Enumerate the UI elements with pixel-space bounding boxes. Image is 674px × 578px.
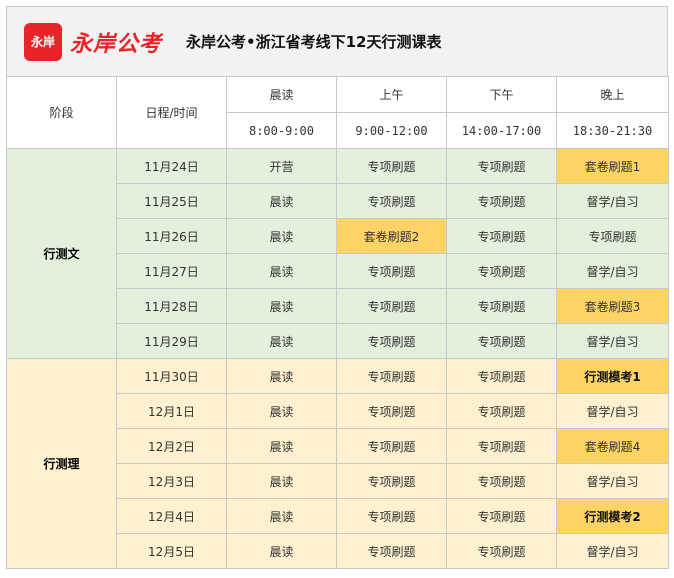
header-period-time: 14:00-17:00: [446, 112, 557, 149]
session-cell: 督学/自习: [556, 393, 669, 429]
header-row-periods: 阶段 日程/时间 晨读 上午 下午 晚上: [6, 76, 669, 149]
session-cell: 专项刷题: [446, 463, 557, 499]
session-cell: 晨读: [226, 533, 337, 569]
session-cell: 晨读: [226, 393, 337, 429]
session-cell: 督学/自习: [556, 183, 669, 219]
session-cell: 套卷刷题3: [556, 288, 669, 324]
table-row: 行测理 11月30日 晨读 专项刷题 专项刷题 行测模考1: [6, 358, 669, 569]
session-cell: 专项刷题: [446, 183, 557, 219]
session-cell: 行测模考1: [556, 358, 669, 394]
session-cell: 晨读: [226, 183, 337, 219]
session-cell: 专项刷题: [446, 428, 557, 464]
session-cell: 晨读: [226, 323, 337, 359]
header-period-time: 18:30-21:30: [556, 112, 669, 149]
session-cell: 专项刷题: [446, 218, 557, 254]
session-cell: 行测模考2: [556, 498, 669, 534]
stage-label: 行测理: [6, 358, 117, 569]
session-cell: 专项刷题: [336, 323, 447, 359]
date-cell: 11月26日: [116, 218, 227, 254]
date-cell: 11月29日: [116, 323, 227, 359]
session-cell: 专项刷题: [336, 463, 447, 499]
session-cell: 专项刷题: [336, 498, 447, 534]
logo-badge: 永岸: [24, 22, 62, 61]
session-cell: 专项刷题: [556, 218, 669, 254]
session-cell: 套卷刷题4: [556, 428, 669, 464]
date-cell: 12月5日: [116, 533, 227, 569]
session-cell: 专项刷题: [446, 533, 557, 569]
header-period-label: 晨读: [226, 76, 337, 113]
date-cell: 11月27日: [116, 253, 227, 289]
session-cell: 专项刷题: [336, 393, 447, 429]
header-period-label: 上午: [336, 76, 447, 113]
session-cell: 晨读: [226, 288, 337, 324]
header-period-label: 晚上: [556, 76, 669, 113]
date-cell: 12月1日: [116, 393, 227, 429]
session-cell: 套卷刷题1: [556, 148, 669, 184]
session-cell: 晨读: [226, 253, 337, 289]
date-cell: 11月25日: [116, 183, 227, 219]
session-cell: 晨读: [226, 463, 337, 499]
session-cell: 督学/自习: [556, 533, 669, 569]
stage-label: 行测文: [6, 148, 117, 359]
session-cell: 专项刷题: [446, 498, 557, 534]
date-cell: 11月30日: [116, 358, 227, 394]
session-cell: 专项刷题: [446, 253, 557, 289]
logo-text: 永岸公考: [70, 31, 163, 57]
session-cell: 督学/自习: [556, 323, 669, 359]
header-stage: 阶段: [6, 76, 117, 149]
session-cell: 晨读: [226, 428, 337, 464]
header-date: 日程/时间: [116, 76, 227, 149]
session-cell: 专项刷题: [336, 428, 447, 464]
session-cell: 督学/自习: [556, 463, 669, 499]
schedule-table: 阶段 日程/时间 晨读 上午 下午 晚上 8:00-9:00 9:00-12:0…: [6, 76, 669, 569]
session-cell: 专项刷题: [446, 358, 557, 394]
session-cell: 专项刷题: [336, 253, 447, 289]
session-cell: 专项刷题: [336, 358, 447, 394]
header-period-label: 下午: [446, 76, 557, 113]
session-cell: 专项刷题: [336, 183, 447, 219]
header-period-time: 9:00-12:00: [336, 112, 447, 149]
session-cell: 专项刷题: [446, 393, 557, 429]
title-bar: 永岸 永岸公考 永岸公考•浙江省考线下12天行测课表: [6, 6, 668, 76]
session-cell: 晨读: [226, 218, 337, 254]
schedule-sheet: 永岸 永岸公考 永岸公考•浙江省考线下12天行测课表 阶段 日程/时间 晨读 上…: [6, 6, 669, 569]
header-period-time: 8:00-9:00: [226, 112, 337, 149]
session-cell: 套卷刷题2: [336, 218, 447, 254]
date-cell: 11月24日: [116, 148, 227, 184]
session-cell: 督学/自习: [556, 253, 669, 289]
table-row: 行测文 11月24日 开营 专项刷题 专项刷题 套卷刷题1: [6, 148, 669, 359]
session-cell: 开营: [226, 148, 337, 184]
date-cell: 12月4日: [116, 498, 227, 534]
session-cell: 专项刷题: [336, 148, 447, 184]
session-cell: 晨读: [226, 358, 337, 394]
session-cell: 专项刷题: [446, 288, 557, 324]
page-title: 永岸公考•浙江省考线下12天行测课表: [186, 33, 442, 51]
date-cell: 12月3日: [116, 463, 227, 499]
session-cell: 专项刷题: [336, 288, 447, 324]
date-cell: 11月28日: [116, 288, 227, 324]
session-cell: 专项刷题: [446, 323, 557, 359]
session-cell: 专项刷题: [336, 533, 447, 569]
date-cell: 12月2日: [116, 428, 227, 464]
session-cell: 晨读: [226, 498, 337, 534]
session-cell: 专项刷题: [446, 148, 557, 184]
